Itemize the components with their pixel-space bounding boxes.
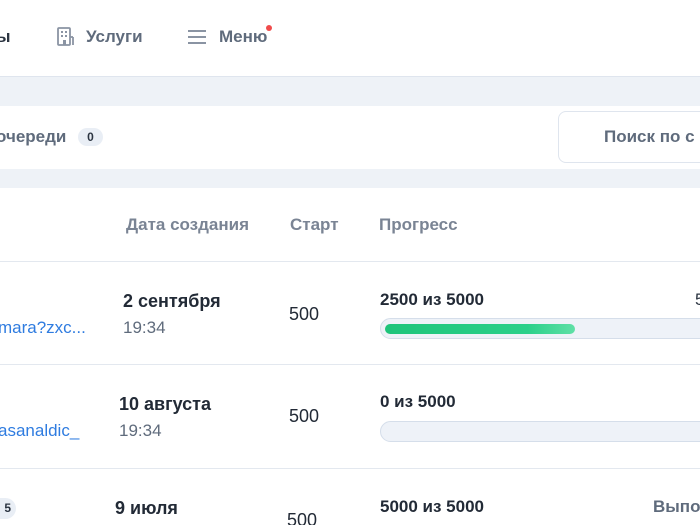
column-header-start[interactable]: Старт xyxy=(290,215,339,235)
created-date: 2 сентября xyxy=(123,291,221,311)
created-time: 19:34 xyxy=(123,318,166,337)
progress-text: 2500 из 5000 xyxy=(380,290,484,309)
created-time: 19:34 xyxy=(119,421,162,440)
notification-dot xyxy=(266,25,273,31)
start-value: 500 xyxy=(289,304,320,324)
status-label: Выпо xyxy=(653,497,700,516)
order-link[interactable]: mara?zxc... xyxy=(0,318,86,338)
column-header-created[interactable]: Дата создания xyxy=(126,215,249,235)
progress-text: 0 из 5000 xyxy=(380,392,456,411)
nav-item-services[interactable]: Услуги xyxy=(56,27,143,47)
progress-fill xyxy=(385,324,575,334)
queue-tab-label[interactable]: очереди xyxy=(0,127,66,147)
table-row xyxy=(0,365,700,469)
table-row xyxy=(0,469,700,525)
table-header xyxy=(0,188,700,262)
created-date: 9 июля xyxy=(115,498,178,518)
start-value: 500 xyxy=(287,510,318,525)
top-navigation: ы Услуги Меню xyxy=(0,0,700,76)
search-placeholder: Поиск по с xyxy=(604,127,695,146)
nav-item-menu-label: Меню xyxy=(219,27,268,46)
start-value: 500 xyxy=(289,406,320,426)
row-edge-value: 5 xyxy=(695,290,700,309)
section-separator xyxy=(0,76,700,106)
nav-item-services-label: Услуги xyxy=(86,27,143,46)
nav-item-cut[interactable]: ы xyxy=(0,27,11,47)
progress-bar xyxy=(380,318,700,339)
order-link[interactable]: asanaldic_ xyxy=(0,421,79,441)
table-row xyxy=(0,262,700,365)
created-date: 10 августа xyxy=(119,394,211,414)
progress-text: 5000 из 5000 xyxy=(380,497,484,516)
queue-count-badge: 0 xyxy=(78,128,103,146)
nav-item-cut-label: ы xyxy=(0,27,11,46)
table-separator xyxy=(0,169,700,188)
hamburger-icon xyxy=(187,29,207,45)
progress-bar xyxy=(380,421,700,442)
nav-item-menu[interactable]: Меню xyxy=(187,25,273,47)
building-icon xyxy=(56,27,74,47)
column-header-progress[interactable]: Прогресс xyxy=(379,215,458,235)
